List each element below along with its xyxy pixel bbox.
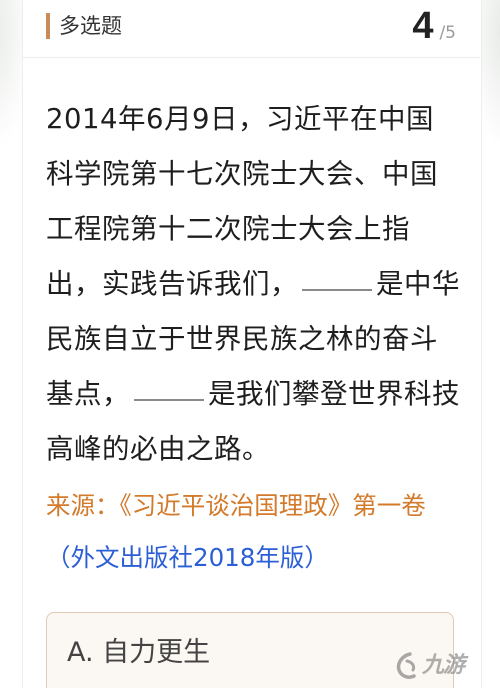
answer-blank	[134, 399, 204, 401]
question-header: 多选题 4 /5	[22, 0, 480, 56]
jiuyou-logo-icon	[396, 652, 416, 679]
option-a-label: A. 自力更生	[67, 637, 211, 668]
question-source: 来源：《习近平谈治国理政》第一卷 （外文出版社2018年版）	[46, 480, 460, 584]
answer-blank	[302, 289, 372, 291]
header-divider	[22, 57, 480, 58]
watermark: 九游	[394, 650, 492, 684]
question-progress: 4 /5	[412, 4, 456, 48]
source-label: 来源：	[46, 491, 120, 520]
progress-current: 4	[412, 5, 434, 47]
watermark-text: 九游	[422, 653, 465, 678]
question-text: 2014年6月9日，习近平在中国科学院第十七次院士大会、中国工程院第十二次院士大…	[46, 92, 460, 477]
progress-total: /5	[439, 23, 456, 43]
option-a[interactable]: A. 自力更生	[46, 612, 454, 688]
source-book: 《习近平谈治国理政》第一卷	[119, 491, 426, 520]
question-type-label: 多选题	[59, 14, 122, 38]
type-accent-bar	[46, 13, 50, 39]
source-publisher: （外文出版社2018年版）	[46, 543, 329, 572]
page: 多选题 4 /5 2014年6月9日，习近平在中国科学院第十七次院士大会、中国工…	[0, 0, 500, 688]
